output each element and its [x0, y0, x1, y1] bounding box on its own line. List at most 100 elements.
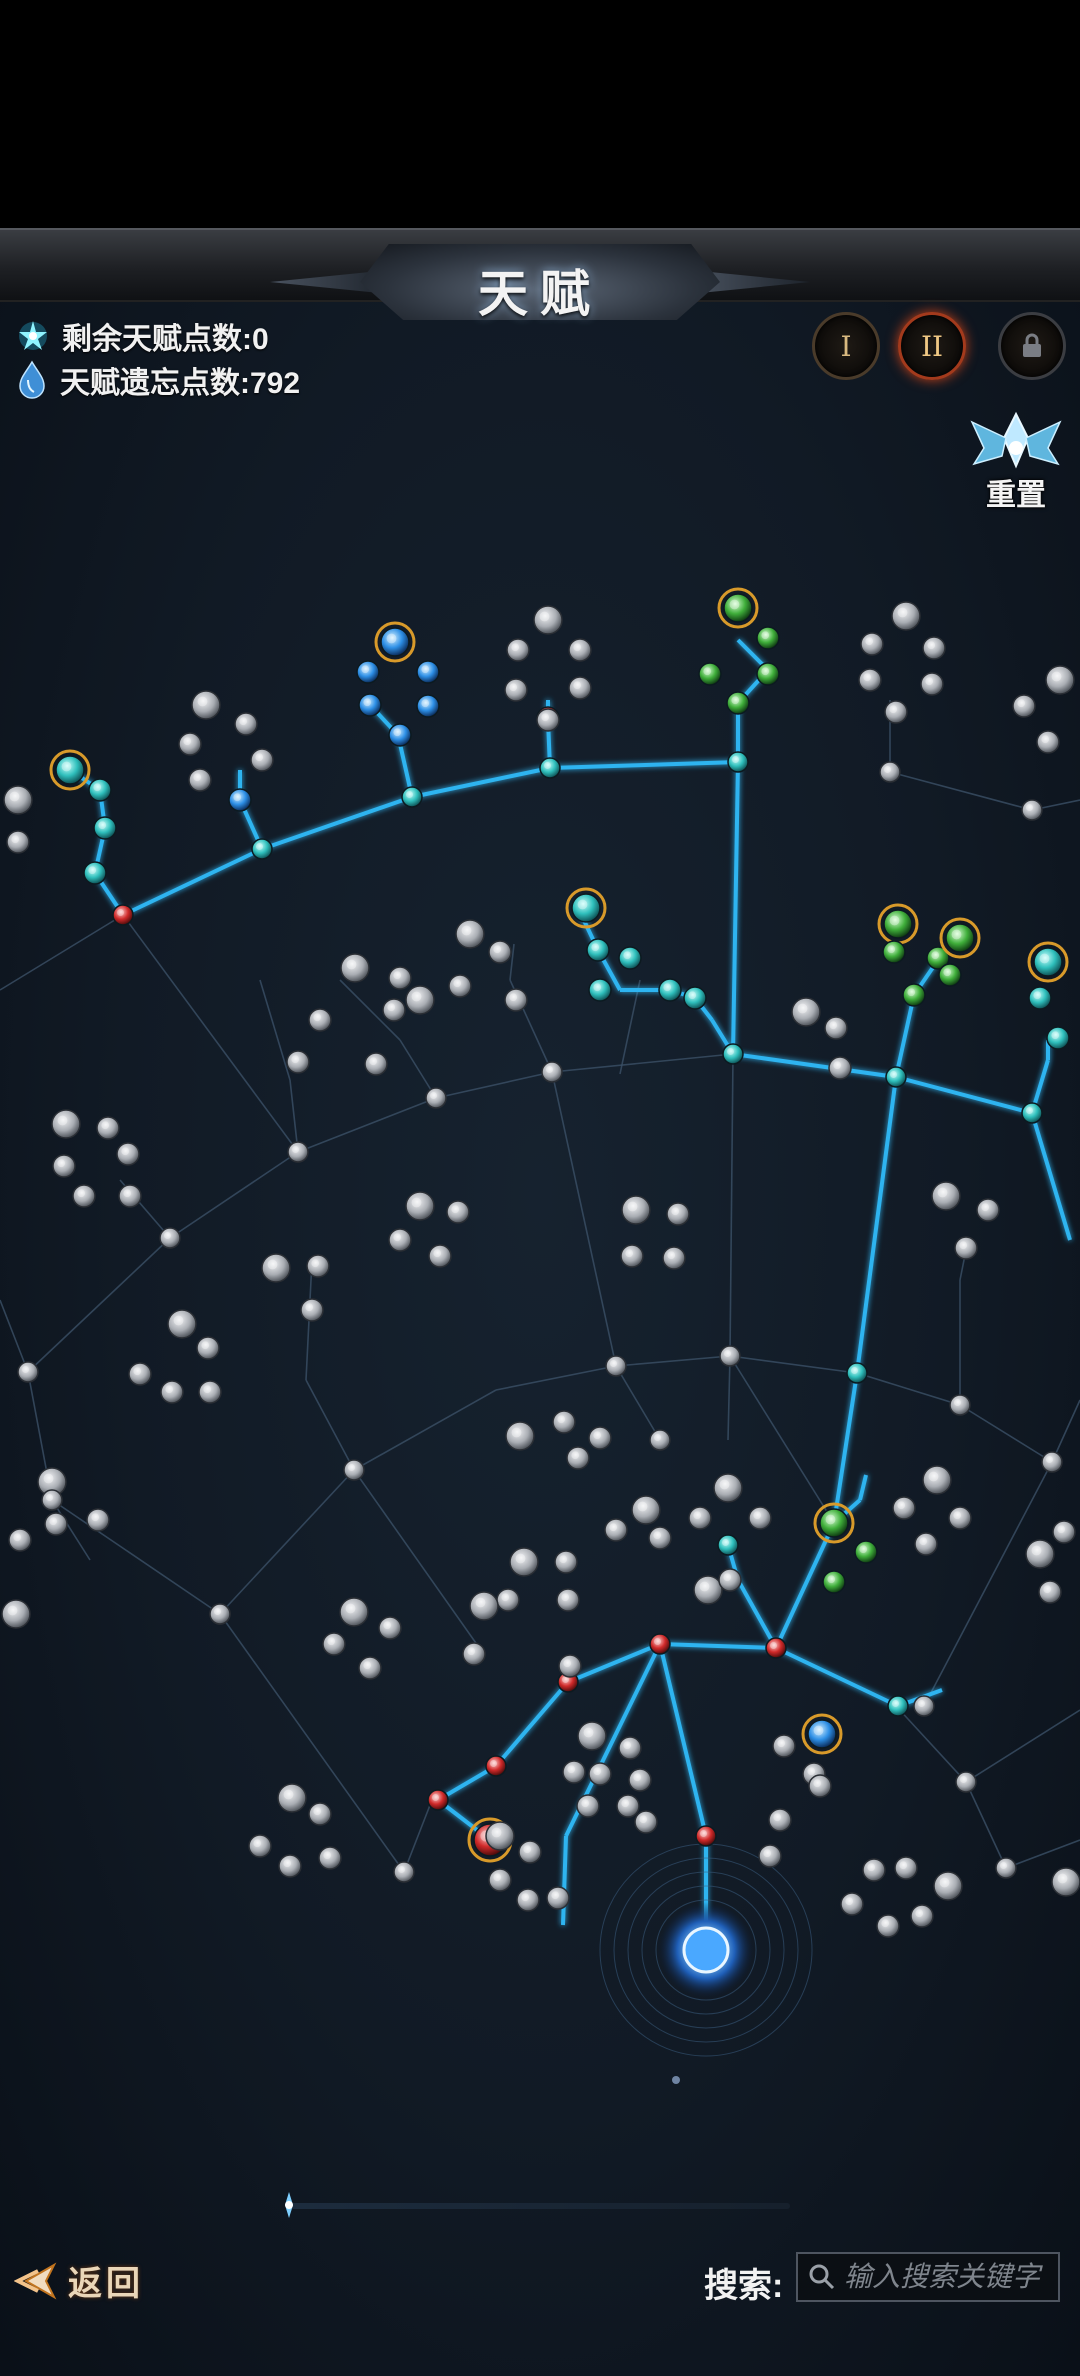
talent-node-teal[interactable] [683, 986, 707, 1010]
talent-node-gray[interactable] [118, 1184, 142, 1208]
talent-node-gray[interactable] [191, 690, 221, 720]
talent-node-gray[interactable] [388, 966, 412, 990]
talent-node-gray[interactable] [44, 1512, 68, 1536]
talent-node-teal[interactable] [251, 838, 273, 860]
talent-node-gray[interactable] [250, 748, 274, 772]
talent-node-teal[interactable] [717, 1534, 739, 1556]
talent-node-gray[interactable] [576, 1794, 600, 1818]
talent-node-gray[interactable] [914, 1532, 938, 1556]
talent-node-green[interactable] [877, 903, 919, 945]
talent-node-gray[interactable] [605, 1355, 627, 1377]
talent-node-gray[interactable] [1012, 694, 1036, 718]
talent-node-gray[interactable] [1041, 1451, 1063, 1473]
talent-node-gray[interactable] [196, 1336, 220, 1360]
talent-node-gray[interactable] [86, 1508, 110, 1532]
talent-node-green[interactable] [939, 917, 981, 959]
talent-node-gray[interactable] [546, 1886, 570, 1910]
talent-node-green[interactable] [902, 983, 926, 1007]
talent-node-gray[interactable] [748, 1506, 772, 1530]
talent-node-gray[interactable] [405, 1191, 435, 1221]
talent-node-blue[interactable] [374, 621, 416, 663]
talent-node-gray[interactable] [533, 605, 563, 635]
talent-node-gray[interactable] [261, 1253, 291, 1283]
search-input[interactable] [844, 2261, 1054, 2293]
talent-node-blue[interactable] [228, 788, 252, 812]
talent-node-gray[interactable] [518, 1840, 542, 1864]
talent-node-teal[interactable] [1027, 941, 1069, 983]
talent-node-gray[interactable] [1045, 665, 1075, 695]
talent-node-teal[interactable] [846, 1362, 868, 1384]
talent-node-teal[interactable] [49, 749, 91, 791]
talent-node-gray[interactable] [1021, 799, 1043, 821]
talent-node-gray[interactable] [462, 1642, 486, 1666]
talent-node-gray[interactable] [448, 974, 472, 998]
talent-node-gray[interactable] [719, 1345, 741, 1367]
talent-node-gray[interactable] [6, 830, 30, 854]
talent-node-gray[interactable] [577, 1721, 607, 1751]
talent-node-red[interactable] [427, 1789, 449, 1811]
talent-node-gray[interactable] [455, 919, 485, 949]
talent-node-gray[interactable] [604, 1518, 628, 1542]
talent-node-gray[interactable] [688, 1506, 712, 1530]
talent-node-gray[interactable] [51, 1109, 81, 1139]
talent-node-gray[interactable] [693, 1575, 723, 1605]
talent-node-gray[interactable] [1052, 1520, 1076, 1544]
talent-node-gray[interactable] [496, 1588, 520, 1612]
back-button[interactable]: 返回 [14, 2256, 144, 2305]
talent-node-green[interactable] [726, 691, 750, 715]
talent-node-gray[interactable] [995, 1857, 1017, 1879]
talent-node-gray[interactable] [340, 953, 370, 983]
talent-node-teal[interactable] [539, 757, 561, 779]
search-field[interactable] [796, 2252, 1060, 2302]
talent-node-blue[interactable] [356, 660, 380, 684]
talent-node-gray[interactable] [322, 1632, 346, 1656]
talent-nodes[interactable] [1, 587, 1080, 2084]
talent-node-gray[interactable] [17, 1361, 39, 1383]
talent-node-red[interactable] [765, 1637, 787, 1659]
talent-node-green[interactable] [717, 587, 759, 629]
talent-node-gray[interactable] [666, 1202, 690, 1226]
talent-node-gray[interactable] [364, 1052, 388, 1076]
talent-node-gray[interactable] [339, 1597, 369, 1627]
talent-node-gray[interactable] [860, 632, 884, 656]
talent-node-teal[interactable] [88, 778, 112, 802]
talent-node-gray[interactable] [160, 1380, 184, 1404]
talent-node-gray[interactable] [516, 1888, 540, 1912]
talent-node-gray[interactable] [469, 1591, 499, 1621]
talent-node-teal[interactable] [83, 861, 107, 885]
talent-node-gray[interactable] [159, 1227, 181, 1249]
talent-node-gray[interactable] [128, 1362, 152, 1386]
talent-node-gray[interactable] [616, 1794, 640, 1818]
talent-node-gray[interactable] [620, 1244, 644, 1268]
talent-node-gray[interactable] [948, 1506, 972, 1530]
talent-node-gray[interactable] [485, 1821, 515, 1851]
talent-node-blue[interactable] [416, 694, 440, 718]
talent-node-gray[interactable] [558, 1654, 582, 1678]
talent-node-gray[interactable] [446, 1200, 470, 1224]
talent-node-teal[interactable] [1021, 1102, 1043, 1124]
talent-node-gray[interactable] [824, 1016, 848, 1040]
talent-node-gray[interactable] [840, 1892, 864, 1916]
talent-node-teal[interactable] [1028, 986, 1052, 1010]
talent-node-teal[interactable] [658, 978, 682, 1002]
talent-node-teal[interactable] [722, 1043, 744, 1065]
talent-node-green[interactable] [882, 940, 906, 964]
talent-node-gray[interactable] [954, 1236, 978, 1260]
talent-node-gray[interactable] [631, 1495, 661, 1525]
talent-page-1-button[interactable]: I [812, 312, 880, 380]
talent-node-gray[interactable] [41, 1489, 63, 1511]
talent-node-blue[interactable] [801, 1713, 843, 1755]
talent-node-teal[interactable] [588, 978, 612, 1002]
talent-node-gray[interactable] [1025, 1539, 1055, 1569]
talent-node-gray[interactable] [308, 1008, 332, 1032]
talent-node-gray[interactable] [858, 668, 882, 692]
talent-node-gray[interactable] [72, 1184, 96, 1208]
talent-node-green[interactable] [813, 1502, 855, 1544]
talent-node-teal[interactable] [1046, 1026, 1070, 1050]
talent-node-red[interactable] [695, 1825, 717, 1847]
talent-node-gray[interactable] [566, 1446, 590, 1470]
talent-node-gray[interactable] [393, 1861, 415, 1883]
talent-node-teal[interactable] [565, 887, 607, 929]
talent-node-gray[interactable] [648, 1526, 672, 1550]
talent-node-gray[interactable] [1036, 730, 1060, 754]
